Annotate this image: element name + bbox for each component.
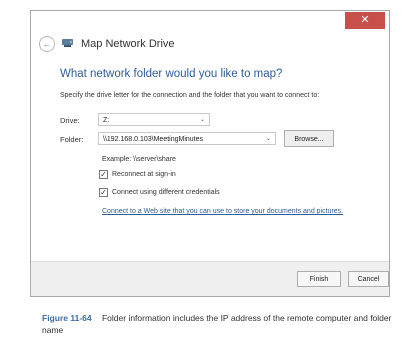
title-bar: ✕ — [31, 11, 389, 35]
instruction-text: Specify the drive letter for the connect… — [60, 92, 320, 99]
figure-number: Figure 11-64 — [42, 313, 92, 323]
close-button[interactable]: ✕ — [345, 12, 385, 29]
reconnect-checkbox[interactable]: ✓ — [99, 170, 108, 179]
browse-button[interactable]: Browse... — [284, 130, 334, 147]
credentials-checkbox[interactable]: ✓ — [99, 188, 108, 197]
dialog-title: Map Network Drive — [81, 38, 175, 50]
dialog-content: What network folder would you like to ma… — [32, 56, 389, 264]
chevron-down-icon: ⌄ — [265, 136, 271, 142]
cancel-button[interactable]: Cancel — [348, 271, 389, 287]
folder-value: \\192.168.0.103\MeetingMinutes — [103, 136, 204, 143]
drive-value: Z: — [103, 117, 110, 124]
chevron-down-icon: ⌄ — [199, 117, 205, 123]
page-heading: What network folder would you like to ma… — [60, 68, 283, 80]
map-network-drive-window: ✕ ← Map Network Drive What network folde… — [30, 10, 390, 297]
reconnect-label: Reconnect at sign-in — [112, 171, 176, 178]
folder-label: Folder: — [60, 135, 84, 144]
drive-label: Drive: — [60, 116, 80, 125]
caption-text: Folder information includes the IP addre… — [42, 313, 392, 335]
credentials-option[interactable]: ✓ Connect using different credentials — [99, 188, 220, 197]
example-text: Example: \\server\share — [102, 156, 176, 163]
back-button[interactable]: ← — [39, 36, 55, 52]
figure-caption: Figure 11-64 Folder information includes… — [42, 312, 398, 336]
folder-combobox[interactable]: \\192.168.0.103\MeetingMinutes ⌄ — [98, 132, 276, 145]
dialog-footer: Finish Cancel — [31, 261, 389, 296]
back-arrow-icon: ← — [42, 39, 52, 49]
web-site-link[interactable]: Connect to a Web site that you can use t… — [102, 208, 343, 215]
network-drive-icon — [61, 35, 75, 53]
drive-select[interactable]: Z: ⌄ — [98, 113, 210, 126]
reconnect-option[interactable]: ✓ Reconnect at sign-in — [99, 170, 176, 179]
finish-button[interactable]: Finish — [297, 271, 341, 287]
credentials-label: Connect using different credentials — [112, 189, 220, 196]
window-header: ← Map Network Drive — [39, 33, 175, 55]
